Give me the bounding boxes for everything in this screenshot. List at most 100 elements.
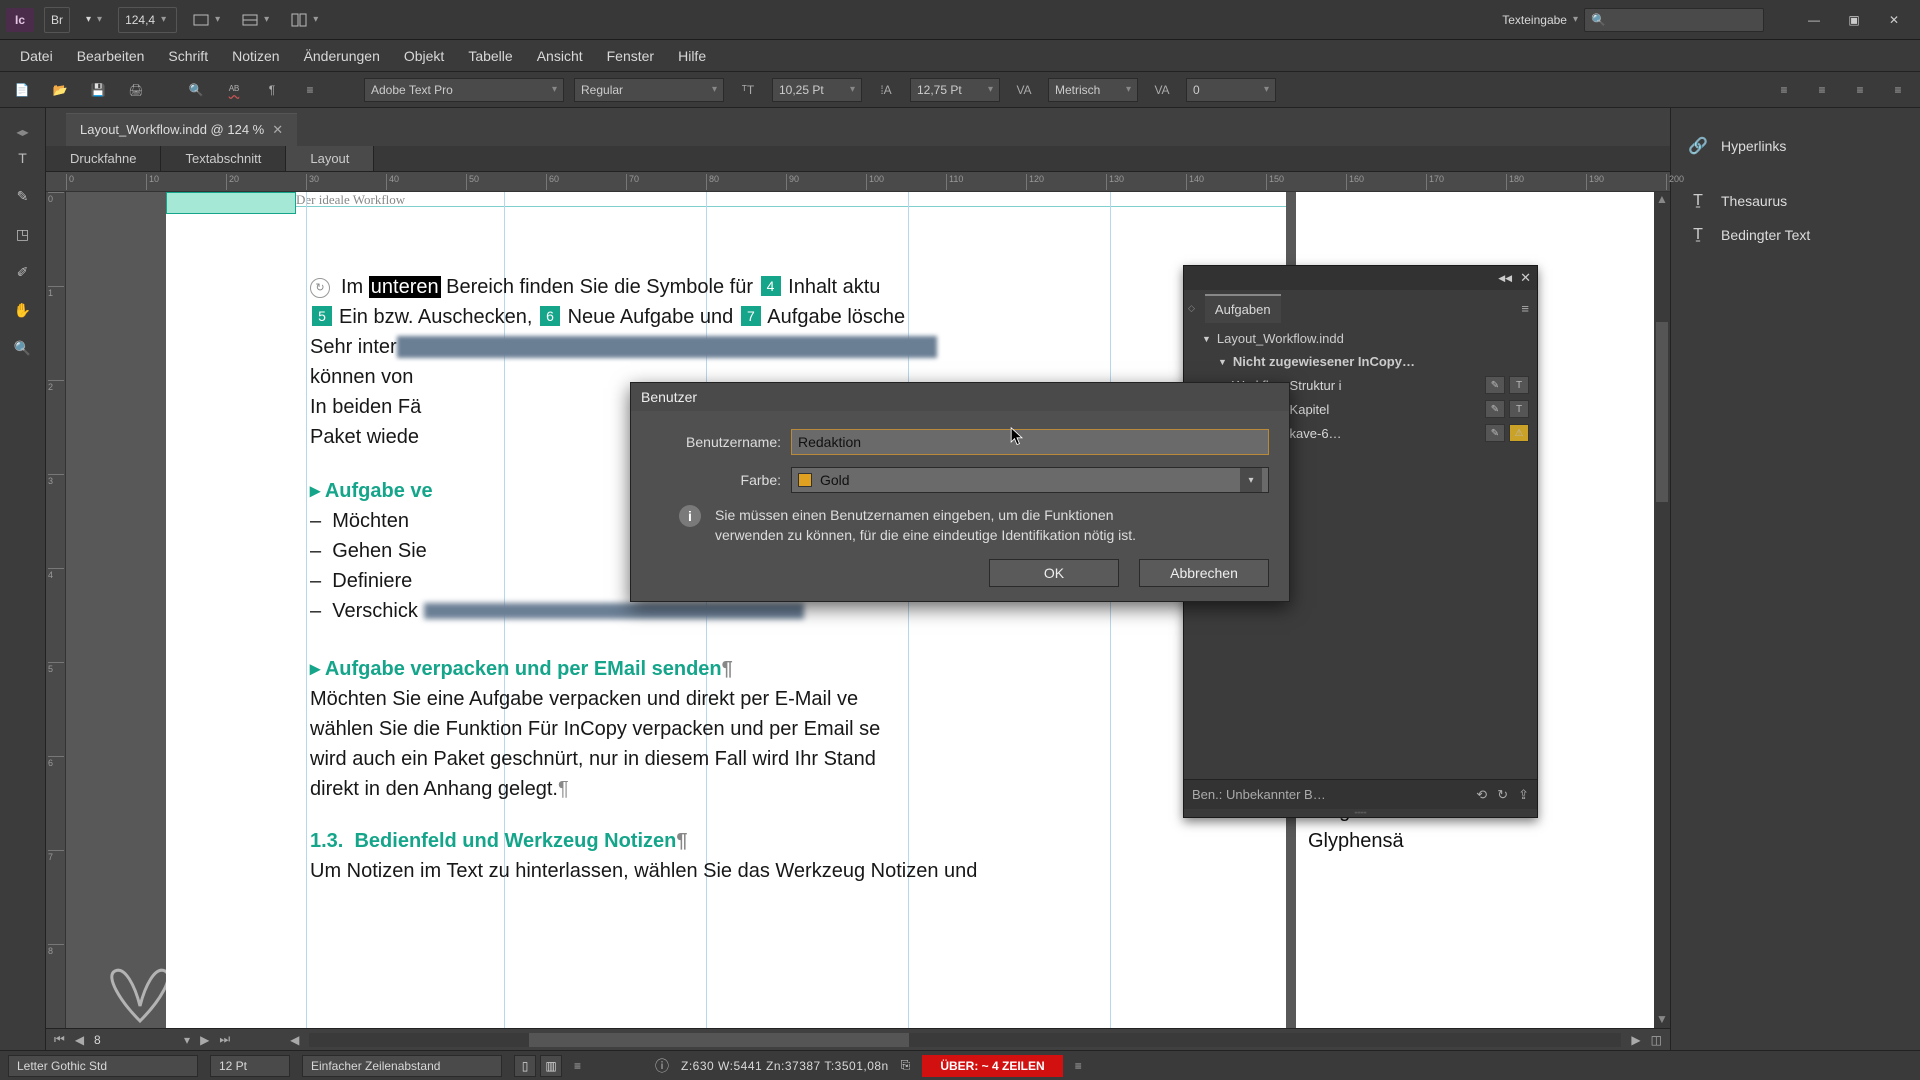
type-tool[interactable]: T (8, 144, 38, 172)
hand-tool[interactable]: ✋ (8, 296, 38, 324)
menu-window[interactable]: Fenster (595, 44, 666, 68)
text-icon[interactable]: T (1509, 376, 1529, 394)
bridge-button[interactable]: Br (44, 7, 70, 33)
status-font[interactable]: Letter Gothic Std (8, 1055, 198, 1077)
page-number[interactable]: 8 (94, 1033, 174, 1047)
toolbar-grip[interactable]: ◀▶ (16, 128, 28, 134)
text-icon[interactable]: T (1509, 400, 1529, 418)
leading[interactable]: 12,75 Pt (910, 78, 1000, 102)
minimize-button[interactable]: — (1794, 6, 1834, 34)
open-icon[interactable]: 📂 (46, 78, 74, 102)
menu-object[interactable]: Objekt (392, 44, 456, 68)
edit-icon[interactable]: ✎ (1485, 424, 1505, 442)
note-tool[interactable]: ✎ (8, 182, 38, 210)
tree-group[interactable]: ▼Nicht zugewiesener InCopy… (1184, 350, 1537, 373)
save-icon[interactable]: 💾 (84, 78, 112, 102)
menu-view[interactable]: Ansicht (525, 44, 595, 68)
hidden-chars-icon[interactable]: ¶ (258, 78, 286, 102)
close-panel-icon[interactable]: ✕ (1520, 270, 1531, 286)
menu-table[interactable]: Tabelle (456, 44, 524, 68)
bridge-dropdown[interactable]: ▾ (80, 7, 108, 33)
panel-hyperlinks[interactable]: 🔗Hyperlinks (1671, 128, 1920, 164)
page-dropdown[interactable]: ▾ (184, 1033, 190, 1047)
zoom-level[interactable]: 124,4 (118, 7, 177, 33)
align-right-icon[interactable]: ≡ (1846, 78, 1874, 102)
find-icon[interactable]: 🔍 (182, 78, 210, 102)
refresh-icon[interactable]: ↻ (1497, 787, 1508, 803)
menu-changes[interactable]: Änderungen (292, 44, 392, 68)
menu-file[interactable]: Datei (8, 44, 65, 68)
assignments-tab[interactable]: Aufgaben (1205, 294, 1281, 323)
next-page[interactable]: ▶ (200, 1033, 209, 1047)
print-icon[interactable]: 🖨 (122, 78, 150, 102)
menu-edit[interactable]: Bearbeiten (65, 44, 157, 68)
status-linespacing[interactable]: Einfacher Zeilenabstand (302, 1055, 502, 1077)
view-story[interactable]: Textabschnitt (161, 146, 286, 171)
status-size[interactable]: 12 Pt (210, 1055, 290, 1077)
color-dropdown[interactable]: Gold ▾ (791, 467, 1269, 493)
edit-icon[interactable]: ✎ (1485, 400, 1505, 418)
split-view[interactable]: ◫ (1651, 1033, 1662, 1047)
collapse-icon[interactable]: ◀◀ (1498, 273, 1512, 284)
warning-icon[interactable]: ⚠ (1509, 424, 1529, 442)
font-size[interactable]: 10,25 Pt (772, 78, 862, 102)
scroll-right[interactable]: ▶ (1631, 1033, 1640, 1047)
view-options-1[interactable] (187, 7, 226, 33)
zoom-tool[interactable]: 🔍 (8, 334, 38, 362)
help-search[interactable]: 🔍 (1584, 8, 1764, 32)
ruler-horizontal[interactable]: 0102030405060708090100110120130140150160… (46, 172, 1670, 192)
running-header: Der ideale Workflow (296, 192, 405, 208)
kerning[interactable]: Metrisch (1048, 78, 1138, 102)
close-tab-icon[interactable]: ✕ (272, 122, 283, 138)
view-layout[interactable]: Layout (286, 146, 374, 171)
package-icon[interactable]: ⇪ (1518, 787, 1529, 803)
prev-page[interactable]: ◀ (75, 1033, 84, 1047)
menu-type[interactable]: Schrift (156, 44, 220, 68)
update-icon[interactable]: ⟲ (1476, 787, 1487, 803)
new-icon[interactable]: 📄 (8, 78, 36, 102)
tracking[interactable]: 0 (1186, 78, 1276, 102)
menu-icon-1[interactable]: ≡ (296, 78, 324, 102)
columns-1-icon[interactable]: ▯ (514, 1055, 536, 1077)
panel-resize-grip[interactable] (1184, 809, 1537, 817)
panel-conditional-text[interactable]: ṮBedingter Text (1671, 218, 1920, 252)
align-left-icon[interactable]: ≡ (1770, 78, 1798, 102)
eyedropper-tool[interactable]: ✐ (8, 258, 38, 286)
document-tab[interactable]: Layout_Workflow.indd @ 124 %✕ (66, 113, 297, 146)
view-galley[interactable]: Druckfahne (46, 146, 161, 171)
status-end-menu[interactable]: ≡ (1075, 1059, 1082, 1073)
scroll-left[interactable]: ◀ (290, 1033, 299, 1047)
scroll-thumb[interactable] (1656, 322, 1668, 502)
overset-indicator[interactable]: ÜBER: ~ 4 ZEILEN (922, 1055, 1062, 1077)
status-menu[interactable]: ≡ (574, 1059, 581, 1073)
close-button[interactable]: ✕ (1874, 6, 1914, 34)
ruler-vertical[interactable]: 012345678 (46, 192, 66, 1028)
username-input[interactable] (791, 429, 1269, 455)
ok-button[interactable]: OK (989, 559, 1119, 587)
workspace-switcher[interactable]: Texteingabe (1496, 7, 1584, 33)
menu-notes[interactable]: Notizen (220, 44, 291, 68)
scroll-down-icon[interactable]: ▼ (1654, 1012, 1670, 1028)
position-tool[interactable]: ◳ (8, 220, 38, 248)
scroll-up-icon[interactable]: ▲ (1654, 192, 1670, 208)
align-center-icon[interactable]: ≡ (1808, 78, 1836, 102)
font-family[interactable]: Adobe Text Pro (364, 78, 564, 102)
spellcheck-icon[interactable]: ᴬᴮ (220, 78, 248, 102)
font-style[interactable]: Regular (574, 78, 724, 102)
edit-icon[interactable]: ✎ (1485, 376, 1505, 394)
scrollbar-vertical[interactable]: ▲ ▼ (1654, 192, 1670, 1028)
panel-thesaurus[interactable]: ṮThesaurus (1671, 184, 1920, 218)
scrollbar-horizontal[interactable] (309, 1033, 1621, 1047)
first-page[interactable]: ⏮ (54, 1032, 65, 1047)
cancel-button[interactable]: Abbrechen (1139, 559, 1269, 587)
panel-menu-icon[interactable]: ≡ (1521, 301, 1529, 316)
maximize-button[interactable]: ▣ (1834, 6, 1874, 34)
heading-3: 1.3. Bedienfeld und Werkzeug Notizen¶ (310, 826, 1110, 856)
columns-2-icon[interactable]: ▥ (540, 1055, 562, 1077)
menu-help[interactable]: Hilfe (666, 44, 718, 68)
tree-root[interactable]: ▼Layout_Workflow.indd (1184, 327, 1537, 350)
view-options-2[interactable] (236, 7, 275, 33)
align-justify-icon[interactable]: ≡ (1884, 78, 1912, 102)
arrange-documents[interactable] (285, 7, 324, 33)
last-page[interactable]: ⏭ (219, 1032, 230, 1047)
